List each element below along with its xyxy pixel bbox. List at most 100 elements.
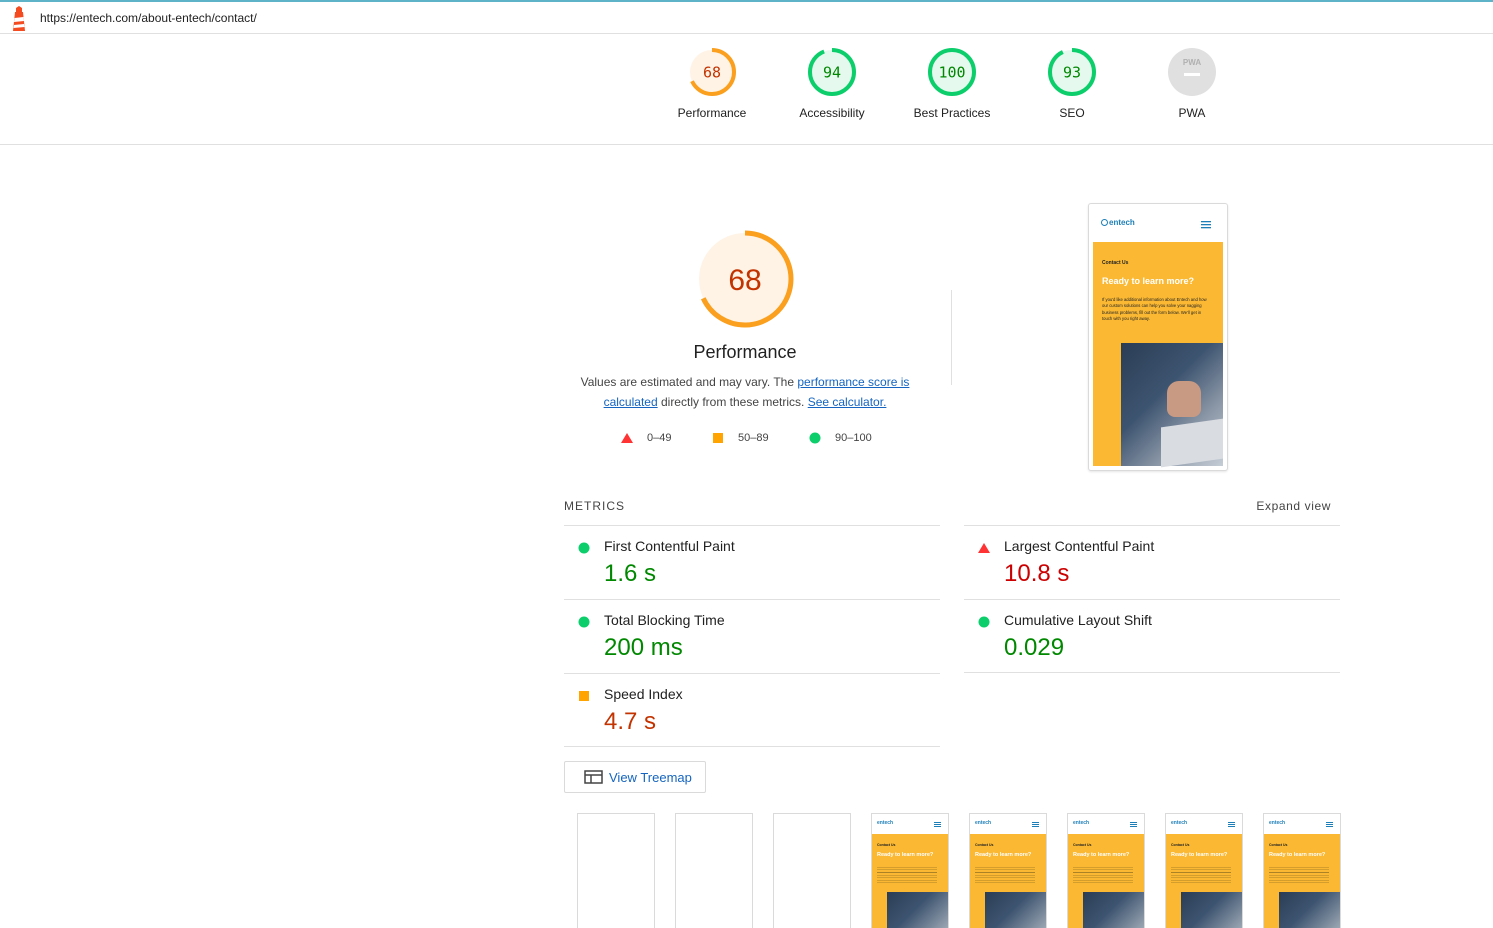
film-body-lines: [975, 865, 1035, 883]
film-eyebrow: Contact Us: [1073, 843, 1092, 847]
metric-value: 1.6 s: [604, 560, 657, 587]
screenshot-brand: entech: [1101, 218, 1135, 227]
filmstrip-frame: [773, 813, 851, 928]
lighthouse-icon: [10, 6, 28, 37]
metric-lcp: Largest Contentful Paint 10.8 s: [964, 525, 1340, 599]
legend-average: 50–89: [712, 432, 769, 444]
fail-triangle-icon: [978, 543, 990, 553]
film-body-lines: [1269, 865, 1329, 883]
hamburger-menu-icon: [934, 822, 941, 827]
metric-row-divider: [564, 746, 940, 747]
film-body-lines: [877, 865, 937, 883]
gauge-performance[interactable]: 68 Performance: [652, 48, 772, 120]
film-photo: [1279, 892, 1340, 928]
pwa-badge-icon: PWA: [1168, 48, 1216, 96]
score-gauge-ring: 100: [928, 48, 976, 96]
gauge-score: 93: [1063, 64, 1081, 82]
film-headline: Ready to learn more?: [975, 852, 1032, 858]
gauge-accessibility[interactable]: 94 Accessibility: [772, 48, 892, 120]
triangle-icon: [621, 433, 633, 443]
film-hero: Contact Us Ready to learn more?: [970, 834, 1046, 928]
hand-icon: [1167, 381, 1201, 417]
film-headline: Ready to learn more?: [877, 852, 934, 858]
score-summary: 68 Performance 94 Accessibility 100 Best…: [0, 34, 1493, 145]
desc-text-mid: directly from these metrics.: [657, 395, 808, 409]
film-photo: [887, 892, 948, 928]
gauge-pwa[interactable]: PWA PWA: [1132, 48, 1252, 120]
film-hero: Contact Us Ready to learn more?: [1166, 834, 1242, 928]
performance-description: Values are estimated and may vary. The p…: [570, 372, 920, 412]
film-eyebrow: Contact Us: [975, 843, 994, 847]
gauge-score: 68: [703, 64, 721, 82]
film-hero: Contact Us Ready to learn more?: [1068, 834, 1144, 928]
metric-name: Speed Index: [604, 686, 683, 702]
gauge-label: Accessibility: [799, 106, 865, 120]
film-brand: entech: [877, 820, 894, 826]
legend-pass: 90–100: [809, 432, 872, 444]
legend-label: 0–49: [647, 432, 672, 444]
film-brand: entech: [1073, 820, 1090, 826]
legend-fail: 0–49: [621, 432, 671, 444]
desc-text-prefix: Values are estimated and may vary. The: [580, 375, 798, 389]
filmstrip-frame: entech Contact Us Ready to learn more?: [1165, 813, 1243, 928]
filmstrip-frame: entech Contact Us Ready to learn more?: [871, 813, 949, 928]
screenshot-eyebrow: Contact Us: [1102, 260, 1129, 266]
performance-title: Performance: [693, 342, 797, 362]
filmstrip-frame: entech Contact Us Ready to learn more?: [1067, 813, 1145, 928]
gauge-best-practices[interactable]: 100 Best Practices: [892, 48, 1012, 120]
gauge-label: PWA: [1178, 106, 1206, 120]
pwa-badge-text: PWA: [1183, 58, 1201, 67]
hamburger-menu-icon: [1201, 221, 1211, 229]
metric-value: 0.029: [1004, 634, 1065, 661]
gauge-label: SEO: [1059, 106, 1085, 120]
film-brand: entech: [1269, 820, 1286, 826]
metric-value: 10.8 s: [1004, 560, 1070, 587]
screenshot-headline: Ready to learn more?: [1102, 276, 1195, 286]
view-treemap-button[interactable]: View Treemap: [564, 761, 706, 793]
hamburger-menu-icon: [1130, 822, 1137, 827]
filmstrip-frame: [675, 813, 753, 928]
treemap-label: View Treemap: [609, 769, 692, 785]
circle-icon: [809, 432, 821, 444]
url-bar: https://entech.com/about-entech/contact/: [0, 2, 1493, 34]
film-photo: [985, 892, 1046, 928]
legend-label: 90–100: [835, 432, 872, 444]
gauge-score: 100: [938, 64, 965, 82]
screenshot-photo: [1121, 343, 1223, 468]
film-eyebrow: Contact Us: [877, 843, 896, 847]
metric-fcp: First Contentful Paint 1.6 s: [564, 525, 940, 599]
laptop-keyboard-icon: [1161, 418, 1223, 468]
final-screenshot[interactable]: entech Contact Us Ready to learn more? I…: [1088, 203, 1228, 471]
metric-name: Cumulative Layout Shift: [1004, 612, 1152, 628]
metric-cls: Cumulative Layout Shift 0.029: [964, 599, 1340, 673]
metric-row-divider: [964, 672, 1340, 673]
screenshot-hero: Contact Us Ready to learn more? If you'd…: [1093, 242, 1223, 468]
hamburger-menu-icon: [1228, 822, 1235, 827]
expand-view-toggle[interactable]: Expand view: [1230, 499, 1331, 513]
page-url[interactable]: https://entech.com/about-entech/contact/: [40, 11, 257, 25]
pass-circle-icon: [578, 616, 590, 628]
metric-name: First Contentful Paint: [604, 538, 735, 554]
metric-value: 200 ms: [604, 634, 683, 661]
metric-speed-index: Speed Index 4.7 s: [564, 673, 940, 747]
film-photo: [1083, 892, 1144, 928]
see-calculator-link[interactable]: See calculator.: [808, 395, 887, 409]
square-icon: [713, 433, 723, 443]
filmstrip-frame: entech Contact Us Ready to learn more?: [1263, 813, 1341, 928]
film-eyebrow: Contact Us: [1269, 843, 1288, 847]
film-hero: Contact Us Ready to learn more?: [872, 834, 948, 928]
film-headline: Ready to learn more?: [1171, 852, 1228, 858]
legend-label: 50–89: [738, 432, 769, 444]
screenshot-body: If you'd like additional information abo…: [1102, 297, 1207, 322]
score-gauge-ring: 93: [1048, 48, 1096, 96]
gauge-seo[interactable]: 93 SEO: [1012, 48, 1132, 120]
gauge-score: 94: [823, 64, 841, 82]
vertical-divider: [951, 290, 952, 385]
film-headline: Ready to learn more?: [1073, 852, 1130, 858]
film-eyebrow: Contact Us: [1171, 843, 1190, 847]
metrics-header: METRICS: [564, 499, 625, 513]
film-headline: Ready to learn more?: [1269, 852, 1326, 858]
score-gauge-ring: 68: [688, 48, 736, 96]
filmstrip-frame: entech Contact Us Ready to learn more?: [969, 813, 1047, 928]
hamburger-menu-icon: [1326, 822, 1333, 827]
